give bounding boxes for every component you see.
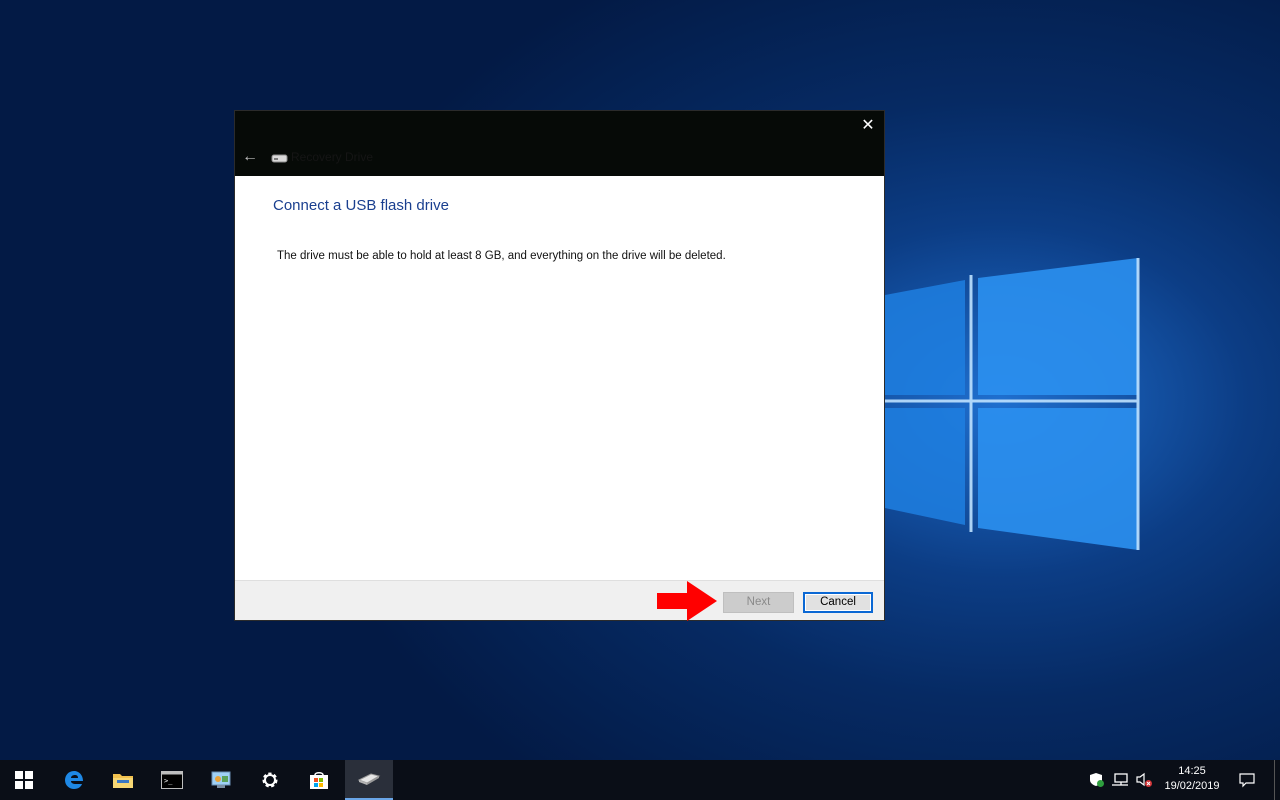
clock-date: 19/02/2019 bbox=[1164, 780, 1220, 792]
taskbar-command-prompt[interactable]: >_ bbox=[148, 760, 196, 800]
taskbar-store[interactable] bbox=[295, 760, 343, 800]
cancel-button[interactable]: Cancel bbox=[803, 592, 873, 613]
page-heading: Connect a USB flash drive bbox=[273, 197, 449, 214]
recovery-drive-icon bbox=[271, 154, 288, 163]
show-desktop-button[interactable] bbox=[1274, 760, 1280, 800]
store-icon bbox=[310, 772, 328, 789]
shield-icon bbox=[1090, 773, 1104, 787]
taskbar: >_ 14:25 19/02/2019 bbox=[0, 760, 1280, 800]
dialog-footer: Next Cancel bbox=[235, 580, 884, 621]
edge-browser-icon bbox=[65, 771, 83, 789]
annotation-arrow-icon bbox=[657, 581, 717, 621]
speaker-muted-icon bbox=[1136, 772, 1152, 787]
taskbar-settings[interactable] bbox=[246, 760, 294, 800]
taskbar-file-explorer[interactable] bbox=[99, 760, 147, 800]
taskbar-control-panel[interactable] bbox=[197, 760, 245, 800]
file-explorer-icon bbox=[113, 774, 133, 788]
taskbar-edge[interactable] bbox=[50, 760, 98, 800]
taskbar-recovery-drive[interactable] bbox=[345, 760, 393, 800]
network-icon bbox=[1112, 773, 1128, 786]
notifications-icon bbox=[1239, 773, 1255, 788]
next-button[interactable]: Next bbox=[723, 592, 794, 613]
windows-logo-wallpaper bbox=[885, 258, 1140, 550]
tray-network[interactable] bbox=[1110, 760, 1130, 800]
windows-start-icon bbox=[15, 771, 33, 789]
dialog-title: Recovery Drive bbox=[291, 150, 374, 164]
tray-volume[interactable] bbox=[1134, 760, 1154, 800]
instruction-text: The drive must be able to hold at least … bbox=[277, 250, 726, 262]
recovery-drive-dialog: ✕ ← Recovery Drive Connect a USB flash d… bbox=[234, 110, 885, 621]
start-button[interactable] bbox=[0, 760, 48, 800]
recovery-drive-icon bbox=[357, 773, 381, 785]
close-button[interactable]: ✕ bbox=[852, 111, 884, 141]
control-panel-icon bbox=[211, 771, 231, 788]
tray-security[interactable] bbox=[1088, 760, 1106, 800]
command-prompt-icon: >_ bbox=[161, 771, 183, 789]
back-arrow-icon[interactable]: ← bbox=[239, 147, 261, 167]
action-center-button[interactable] bbox=[1234, 760, 1260, 800]
svg-text:>_: >_ bbox=[164, 777, 173, 785]
clock-time: 14:25 bbox=[1178, 765, 1206, 777]
settings-gear-icon bbox=[262, 772, 278, 788]
dialog-titlebar: ✕ ← Recovery Drive bbox=[235, 111, 884, 176]
system-clock[interactable]: 14:25 19/02/2019 bbox=[1156, 764, 1228, 794]
